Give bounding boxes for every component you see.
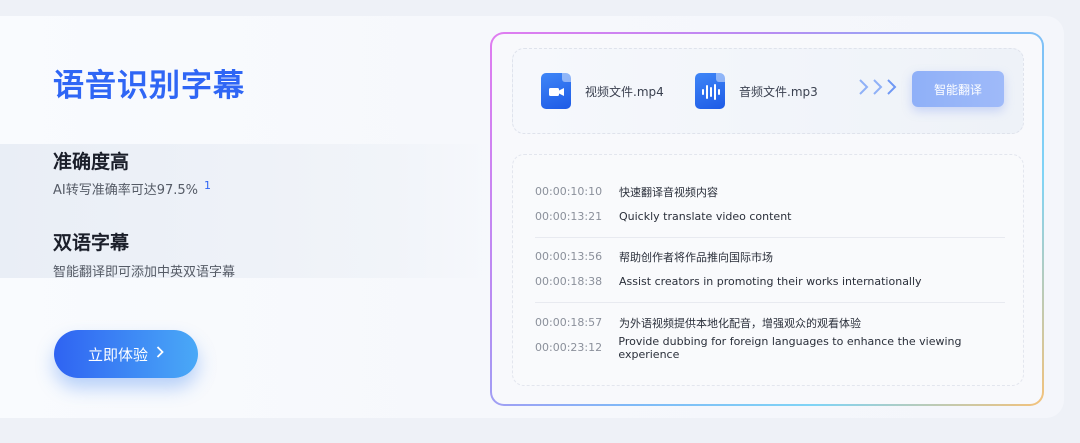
subtitle-line[interactable]: 00:00:13:56 帮助创作者将作品推向国际市场: [513, 244, 1023, 269]
subtitle-time: 00:00:23:12: [535, 341, 603, 354]
file-item-video[interactable]: 视频文件.mp4: [541, 73, 664, 109]
file-name-audio: 音频文件.mp3: [739, 84, 818, 99]
subtitle-line[interactable]: 00:00:18:38 Assist creators in promoting…: [513, 269, 1023, 294]
footnote-marker[interactable]: 1: [204, 179, 211, 192]
subtitle-group: 00:00:13:56 帮助创作者将作品推向国际市场 00:00:18:38 A…: [513, 244, 1023, 294]
file-item-audio[interactable]: 音频文件.mp3: [695, 73, 818, 109]
feature-title-accuracy: 准确度高: [53, 151, 130, 173]
subtitle-line[interactable]: 00:00:10:10 快速翻译音视频内容: [513, 179, 1023, 204]
smart-translate-button[interactable]: 智能翻译: [912, 71, 1004, 107]
subtitle-text: Quickly translate video content: [619, 210, 792, 223]
subtitle-time: 00:00:13:21: [535, 210, 603, 223]
audio-file-icon: [695, 73, 725, 109]
subtitle-text: Provide dubbing for foreign languages to…: [618, 334, 962, 361]
subtitle-text: 为外语视频提供本地化配音，增强观众的观看体验: [619, 316, 861, 330]
subtitle-time: 00:00:18:57: [535, 316, 603, 329]
subtitle-time: 00:00:13:56: [535, 250, 603, 263]
subtitle-divider: [535, 302, 1005, 303]
file-upload-area[interactable]: 视频文件.mp4 音频文件.mp3 智能翻译: [512, 48, 1024, 134]
page-title: 语音识别字幕: [53, 68, 245, 104]
subtitle-divider: [535, 237, 1005, 238]
try-now-button[interactable]: 立即体验: [54, 330, 198, 378]
file-name-video: 视频文件.mp4: [585, 84, 664, 99]
demo-panel: 视频文件.mp4 音频文件.mp3 智能翻译 00:00:10:10 快速翻译音…: [490, 32, 1044, 406]
chevron-right-icon: [156, 346, 164, 362]
subtitle-time: 00:00:18:38: [535, 275, 603, 288]
subtitle-time: 00:00:10:10: [535, 185, 603, 198]
triple-chevron-icon: [857, 77, 903, 102]
feature-desc-accuracy-text: AI转写准确率可达97.5%: [53, 183, 199, 198]
subtitle-text: 帮助创作者将作品推向国际市场: [619, 250, 773, 264]
video-file-icon: [541, 73, 571, 109]
subtitle-line[interactable]: 00:00:18:57 为外语视频提供本地化配音，增强观众的观看体验: [513, 310, 1023, 335]
subtitle-line[interactable]: 00:00:23:12 Provide dubbing for foreign …: [513, 334, 1023, 361]
subtitle-list: 00:00:10:10 快速翻译音视频内容 00:00:13:21 Quickl…: [512, 154, 1024, 386]
feature-desc-bilingual: 智能翻译即可添加中英双语字幕: [53, 265, 236, 280]
feature-desc-accuracy: AI转写准确率可达97.5% 1: [53, 179, 211, 198]
subtitle-group: 00:00:18:57 为外语视频提供本地化配音，增强观众的观看体验 00:00…: [513, 310, 1023, 361]
demo-panel-inner: 视频文件.mp4 音频文件.mp3 智能翻译 00:00:10:10 快速翻译音…: [492, 34, 1042, 404]
try-now-label: 立即体验: [87, 345, 148, 364]
feature-title-bilingual: 双语字幕: [53, 232, 130, 254]
subtitle-group: 00:00:10:10 快速翻译音视频内容 00:00:13:21 Quickl…: [513, 179, 1023, 229]
subtitle-line[interactable]: 00:00:13:21 Quickly translate video cont…: [513, 204, 1023, 229]
subtitle-text: 快速翻译音视频内容: [619, 185, 718, 199]
subtitle-text: Assist creators in promoting their works…: [619, 275, 922, 288]
